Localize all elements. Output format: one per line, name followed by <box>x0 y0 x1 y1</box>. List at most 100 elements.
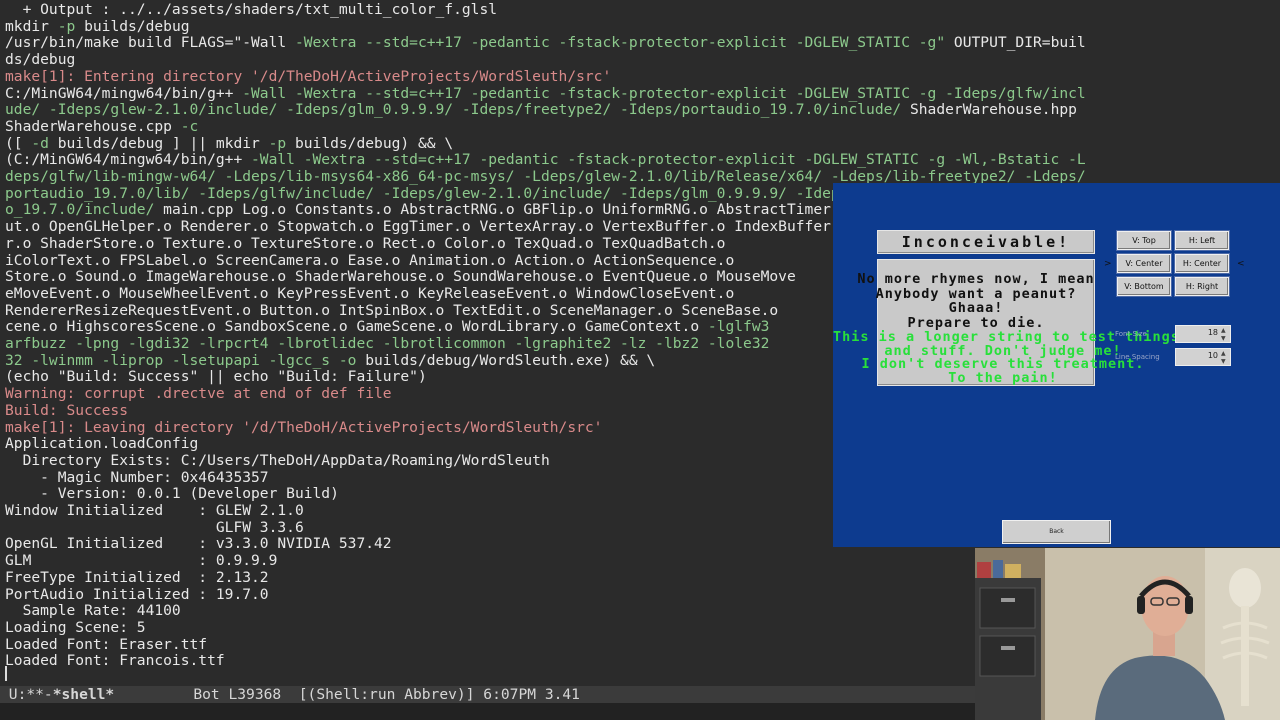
modeline-mode: [(Shell:run Abbrev)] <box>298 686 475 703</box>
terminal-text: Sample Rate: 44100 <box>5 602 181 620</box>
terminal-text: ShaderWarehouse.hpp <box>901 101 1077 119</box>
terminal-line: 32 -lwinmm -liprop -lsetupapi -lgcc_s -o… <box>5 352 655 369</box>
terminal-text: -lglfw3 <box>707 318 770 336</box>
back-button[interactable]: Back <box>1002 520 1111 544</box>
terminal-text: make[1]: Leaving directory '/d/TheDoH/Ac… <box>5 418 603 436</box>
terminal-text: Directory Exists: C:/Users/TheDoH/AppDat… <box>5 451 550 469</box>
terminal-text: ShaderWarehouse.cpp <box>5 117 181 135</box>
terminal-text: -d <box>31 134 49 152</box>
terminal-line: ([ -d builds/debug ] || mkdir -p builds/… <box>5 135 453 152</box>
terminal-text: RendererResizeRequestEvent.o Button.o In… <box>5 301 779 319</box>
line-spacing-label: Line Spacing <box>1115 353 1160 361</box>
terminal-text: ude/ -Ideps/glew-2.1.0/include/ -Ideps/g… <box>5 101 902 119</box>
terminal-text: -p <box>57 17 76 35</box>
terminal-line: Build: Success <box>5 402 128 419</box>
terminal-text: Application.loadConfig <box>5 435 199 453</box>
modeline-buffer-name: *shell* <box>52 686 115 703</box>
terminal-line: o_19.7.0/include/ main.cpp Log.o Constan… <box>5 201 848 218</box>
terminal-line: Loading Scene: 5 <box>5 619 146 636</box>
spin-up-icon[interactable]: ▲ <box>1221 327 1228 334</box>
terminal-line: FreeType Initialized : 2.13.2 <box>5 569 269 586</box>
terminal-text: - Version: 0.0.1 (Developer Build) <box>5 485 339 503</box>
terminal-text: Loaded Font: Francois.ttf <box>5 652 225 670</box>
terminal-line: GLFW 3.3.6 <box>5 519 304 536</box>
webcam-overlay <box>975 548 1280 720</box>
terminal-text: ut.o OpenGLHelper.o Renderer.o Stopwatch… <box>5 218 849 236</box>
terminal-text: -Wall -Wextra --std=c++17 -pedantic -fst… <box>242 84 1086 102</box>
terminal-line: Store.o Sound.o ImageWarehouse.o ShaderW… <box>5 268 796 285</box>
line-spacing-spinbox[interactable]: 10 ▲ ▼ <box>1175 348 1231 366</box>
terminal-line: Loaded Font: Eraser.ttf <box>5 636 207 653</box>
font-size-value: 18 <box>1207 328 1218 337</box>
terminal-text: GLM : 0.9.9.9 <box>5 552 278 570</box>
modeline-time: 6:07PM <box>483 686 537 703</box>
terminal-line: RendererResizeRequestEvent.o Button.o In… <box>5 302 778 319</box>
v-bottom-button[interactable]: V: Bottom <box>1117 277 1171 296</box>
terminal-text: -Wextra --std=c++17 -pedantic -fstack-pr… <box>294 34 946 52</box>
terminal-text: o_19.7.0/include/ <box>5 201 155 219</box>
v-selection-marker: > <box>1104 259 1112 269</box>
terminal-line: (C:/MinGW64/mingw64/bin/g++ -Wall -Wextr… <box>5 151 1086 168</box>
h-right-button[interactable]: H: Right <box>1175 277 1229 296</box>
terminal-text: make[1]: Entering directory '/d/TheDoH/A… <box>5 67 612 85</box>
terminal-text: -p <box>268 134 287 152</box>
font-size-spinbox[interactable]: 18 ▲ ▼ <box>1175 325 1231 343</box>
modeline-load: 3.41 <box>544 686 580 703</box>
terminal-line: C:/MinGW64/mingw64/bin/g++ -Wall -Wextra… <box>5 85 1086 102</box>
title-label-box: Inconceivable! <box>877 230 1095 254</box>
spin-down-icon[interactable]: ▼ <box>1221 358 1228 365</box>
terminal-line: make[1]: Entering directory '/d/TheDoH/A… <box>5 68 611 85</box>
terminal-text: builds/debug) && \ <box>286 134 454 152</box>
terminal-text: builds/debug <box>75 17 190 35</box>
terminal-text: Window Initialized : GLEW 2.1.0 <box>5 502 304 519</box>
terminal-text: PortAudio Initialized : 19.7.0 <box>5 585 269 603</box>
modeline-status: U:**- <box>0 686 53 703</box>
h-selection-marker: < <box>1237 259 1245 269</box>
terminal-text: Loaded Font: Eraser.ttf <box>5 635 208 653</box>
terminal-text: OUTPUT_DIR=buil <box>945 34 1086 52</box>
v-center-button[interactable]: V: Center <box>1117 254 1171 273</box>
title-label: Inconceivable! <box>901 233 1071 251</box>
h-left-button[interactable]: H: Left <box>1175 231 1229 250</box>
h-center-button[interactable]: H: Center <box>1175 254 1229 273</box>
terminal-line: OpenGL Initialized : v3.3.0 NVIDIA 537.4… <box>5 535 392 552</box>
terminal-text: cene.o HighscoresScene.o SandboxScene.o … <box>5 318 708 336</box>
terminal-line: ude/ -Ideps/glew-2.1.0/include/ -Ideps/g… <box>5 101 1077 118</box>
terminal-text: builds/debug/WordSleuth.exe) && \ <box>356 351 656 369</box>
line-spacing-value: 10 <box>1207 351 1218 360</box>
terminal-line: Window Initialized : GLEW 2.1.0 <box>5 502 304 519</box>
text-cursor <box>5 666 7 681</box>
terminal-line: mkdir -p builds/debug <box>5 18 190 35</box>
terminal-line: make[1]: Leaving directory '/d/TheDoH/Ac… <box>5 419 602 436</box>
terminal-text: GLFW 3.3.6 <box>5 518 304 536</box>
terminal-text: mkdir <box>5 17 58 35</box>
terminal-line: - Magic Number: 0x46435357 <box>5 469 268 486</box>
modeline-position: Bot L39368 <box>193 686 282 703</box>
emacs-modeline: U:**-*shell* Bot L39368 [(Shell:run Abbr… <box>0 686 975 703</box>
terminal-line: Loaded Font: Francois.ttf <box>5 652 225 669</box>
terminal-text: -c <box>180 117 199 135</box>
terminal-line: arfbuzz -lpng -lgdi32 -lrpcrt4 -lbrotlid… <box>5 335 769 352</box>
terminal-line: Directory Exists: C:/Users/TheDoH/AppDat… <box>5 452 550 469</box>
terminal-text: + Output : ../../assets/shaders/txt_mult… <box>5 1 498 18</box>
terminal-text: 32 -lwinmm -liprop -lsetupapi -lgcc_s -o <box>5 351 357 369</box>
terminal-line: (echo "Build: Success" || echo "Build: F… <box>5 368 427 385</box>
terminal-line: ut.o OpenGLHelper.o Renderer.o Stopwatch… <box>5 218 848 235</box>
terminal-text: FreeType Initialized : 2.13.2 <box>5 568 269 586</box>
terminal-text: OpenGL Initialized : v3.3.0 NVIDIA 537.4… <box>5 535 392 553</box>
terminal-text: /usr/bin/make build FLAGS="-Wall <box>5 34 295 52</box>
terminal-text: main.cpp Log.o Constants.o AbstractRNG.o… <box>154 201 849 219</box>
spin-up-icon[interactable]: ▲ <box>1221 350 1228 357</box>
terminal-text: -Wall -Wextra --std=c++17 -pedantic -fst… <box>251 151 1086 169</box>
terminal-line: - Version: 0.0.1 (Developer Build) <box>5 485 339 502</box>
sample-text-black: No more rhymes now, I mean Anybody want … <box>857 271 1095 331</box>
spin-down-icon[interactable]: ▼ <box>1221 335 1228 342</box>
terminal-line: Sample Rate: 44100 <box>5 602 181 619</box>
v-top-button[interactable]: V: Top <box>1117 231 1171 250</box>
terminal-text: Warning: corrupt .drectve at end of def … <box>5 385 392 403</box>
terminal-line: Application.loadConfig <box>5 435 198 452</box>
terminal-text: builds/debug ] || mkdir <box>48 134 269 152</box>
terminal-text: eMoveEvent.o MouseWheelEvent.o KeyPressE… <box>5 284 735 302</box>
game-window[interactable]: Inconceivable! No more rhymes now, I mea… <box>833 183 1280 547</box>
terminal-text: (C:/MinGW64/mingw64/bin/g++ <box>5 151 252 169</box>
